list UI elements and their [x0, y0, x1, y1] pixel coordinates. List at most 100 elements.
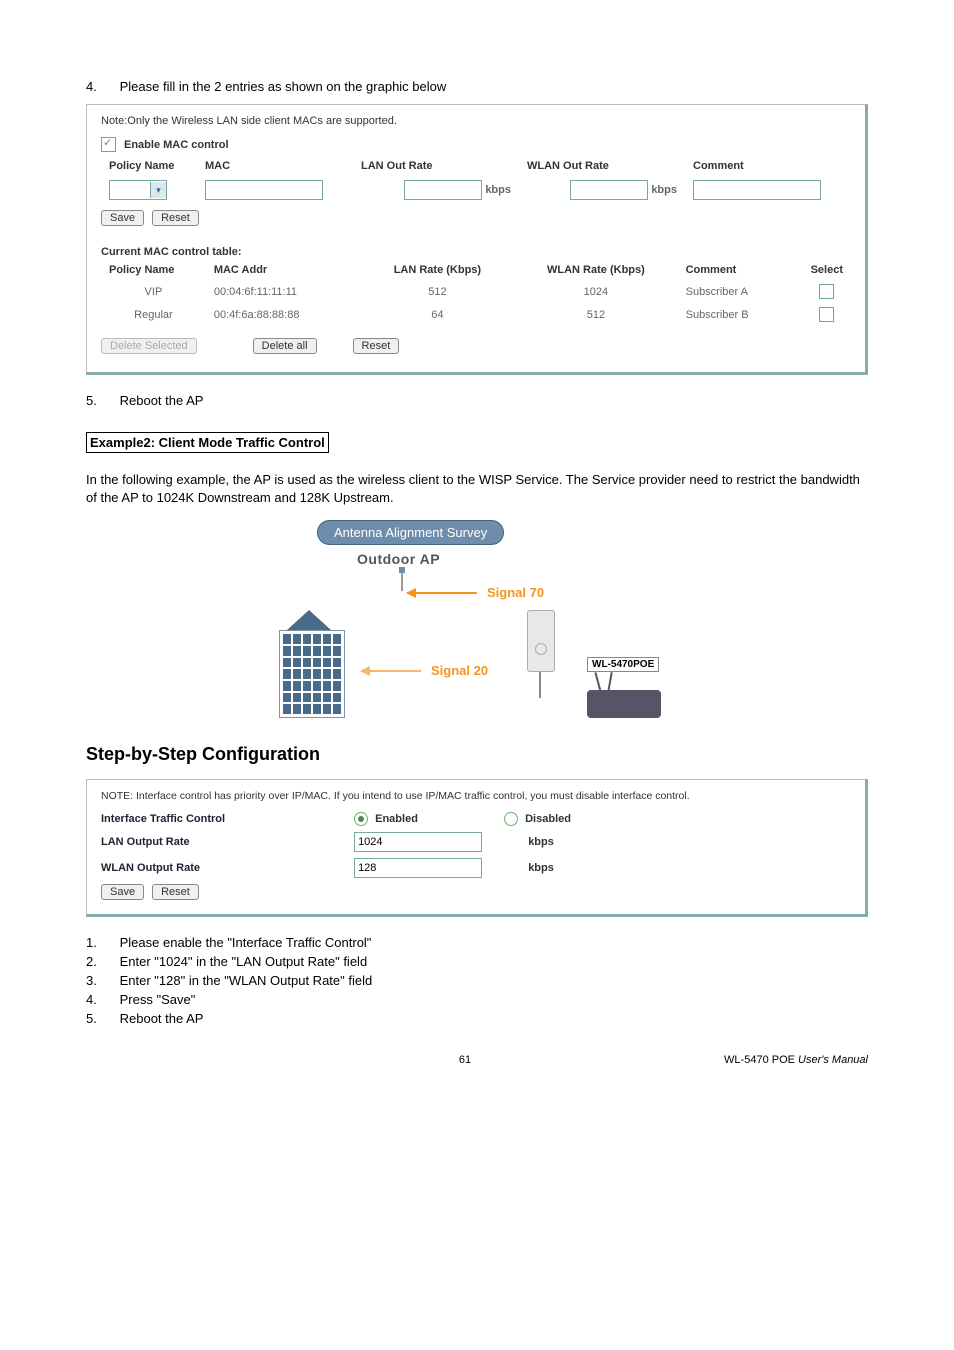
step-text: Please fill in the 2 entries as shown on… [120, 79, 447, 94]
bottom-steps: 1. Please enable the "Interface Traffic … [86, 935, 868, 1026]
enable-mac-checkbox[interactable] [101, 137, 116, 152]
page-footer: 61 WL-5470 POE User's Manual [86, 1054, 868, 1066]
kbps-label: kbps [528, 836, 554, 848]
cell-lan: 512 [361, 280, 515, 303]
reset-button-3[interactable]: Reset [152, 884, 199, 900]
step-text: Reboot the AP [120, 1011, 204, 1026]
th-mac: MAC Addr [206, 260, 361, 280]
chevron-down-icon: ▾ [150, 182, 166, 198]
interface-traffic-panel: NOTE: Interface control has priority ove… [86, 779, 868, 917]
arrow-left-light-icon [361, 670, 421, 672]
step-3: 3. Enter "128" in the "WLAN Output Rate"… [86, 973, 868, 988]
table-row: Regular 00:4f:6a:88:88:88 64 512 Subscri… [101, 303, 851, 326]
kbps-label: kbps [485, 184, 511, 196]
building-icon [279, 610, 345, 718]
policy-select[interactable]: ▾ [109, 180, 167, 200]
wlan-output-input[interactable] [354, 858, 482, 878]
footer-manual: User's Manual [798, 1054, 868, 1066]
cell-lan: 64 [361, 303, 515, 326]
outdoor-ap-label: Outdoor AP [357, 551, 440, 567]
arrow-left-icon [407, 592, 477, 594]
step-text: Reboot the AP [120, 393, 204, 408]
delete-all-button[interactable]: Delete all [253, 338, 317, 354]
panel-note: Note:Only the Wireless LAN side client M… [101, 115, 851, 127]
reset-button[interactable]: Reset [152, 210, 199, 226]
signal-20-label: Signal 20 [431, 663, 488, 678]
step-5: 5. Reboot the AP [86, 393, 868, 408]
row-select-checkbox[interactable] [819, 284, 834, 299]
cell-mac: 00:4f:6a:88:88:88 [206, 303, 361, 326]
step-5b: 5. Reboot the AP [86, 1011, 868, 1026]
cell-comment: Subscriber A [678, 280, 803, 303]
disabled-label: Disabled [525, 813, 571, 825]
step-1: 1. Please enable the "Interface Traffic … [86, 935, 868, 950]
section-heading: Step-by-Step Configuration [86, 744, 868, 765]
lan-output-input[interactable] [354, 832, 482, 852]
save-button-2[interactable]: Save [101, 884, 144, 900]
lan-output-label: LAN Output Rate [101, 836, 351, 848]
panel2-note: NOTE: Interface control has priority ove… [101, 790, 851, 802]
diagram: Antenna Alignment Survey Outdoor AP Sign… [257, 520, 697, 718]
step-number: 4. [86, 992, 116, 1007]
page-number: 61 [206, 1054, 724, 1066]
router-icon [587, 690, 661, 718]
step-number: 1. [86, 935, 116, 950]
radio-enabled[interactable] [354, 812, 368, 826]
cell-wlan: 512 [514, 303, 677, 326]
th-wlan: WLAN Rate (Kbps) [514, 260, 677, 280]
table-title: Current MAC control table: [101, 246, 851, 258]
step-number: 3. [86, 973, 116, 988]
row-select-checkbox[interactable] [819, 307, 834, 322]
header-policy: Policy Name [101, 156, 197, 176]
router-label: WL-5470POE [587, 657, 659, 672]
step-text: Enter "1024" in the "LAN Output Rate" fi… [120, 954, 368, 969]
wlan-rate-input[interactable] [570, 180, 648, 200]
mac-input[interactable] [205, 180, 323, 200]
step-2: 2. Enter "1024" in the "LAN Output Rate"… [86, 954, 868, 969]
kbps-label: kbps [528, 862, 554, 874]
outdoor-ap-icon [527, 610, 555, 672]
step-4: 4. Please fill in the 2 entries as shown… [86, 79, 868, 94]
example2-body: In the following example, the AP is used… [86, 471, 868, 506]
delete-selected-button[interactable]: Delete Selected [101, 338, 197, 354]
pill-label: Antenna Alignment Survey [317, 520, 504, 545]
enabled-label: Enabled [375, 813, 418, 825]
comment-input[interactable] [693, 180, 821, 200]
example2-heading: Example2: Client Mode Traffic Control [86, 432, 329, 453]
th-policy: Policy Name [101, 260, 206, 280]
radio-disabled[interactable] [504, 812, 518, 826]
enable-mac-label: Enable MAC control [124, 139, 229, 151]
cell-mac: 00:04:6f:11:11:11 [206, 280, 361, 303]
footer-model: WL-5470 POE [724, 1054, 798, 1066]
th-select: Select [803, 260, 851, 280]
step-text: Enter "128" in the "WLAN Output Rate" fi… [120, 973, 373, 988]
mac-control-panel: Note:Only the Wireless LAN side client M… [86, 104, 868, 375]
header-mac: MAC [197, 156, 353, 176]
cell-policy: Regular [101, 303, 206, 326]
header-comment: Comment [685, 156, 851, 176]
th-comment: Comment [678, 260, 803, 280]
step-number: 5. [86, 1011, 116, 1026]
table-row: VIP 00:04:6f:11:11:11 512 1024 Subscribe… [101, 280, 851, 303]
kbps-label: kbps [651, 184, 677, 196]
step-number: 4. [86, 79, 116, 94]
reset-button-2[interactable]: Reset [353, 338, 400, 354]
wlan-output-label: WLAN Output Rate [101, 862, 351, 874]
step-text: Please enable the "Interface Traffic Con… [120, 935, 372, 950]
lan-rate-input[interactable] [404, 180, 482, 200]
signal-70-label: Signal 70 [487, 585, 544, 600]
th-lan: LAN Rate (Kbps) [361, 260, 515, 280]
header-lan: LAN Out Rate [353, 156, 519, 176]
step-number: 5. [86, 393, 116, 408]
itc-label: Interface Traffic Control [101, 813, 351, 825]
cell-comment: Subscriber B [678, 303, 803, 326]
step-4b: 4. Press "Save" [86, 992, 868, 1007]
step-text: Press "Save" [120, 992, 196, 1007]
cell-policy: VIP [101, 280, 206, 303]
save-button[interactable]: Save [101, 210, 144, 226]
header-wlan: WLAN Out Rate [519, 156, 685, 176]
cable-icon [539, 672, 541, 698]
step-number: 2. [86, 954, 116, 969]
cell-wlan: 1024 [514, 280, 677, 303]
footer-right: WL-5470 POE User's Manual [724, 1054, 868, 1066]
